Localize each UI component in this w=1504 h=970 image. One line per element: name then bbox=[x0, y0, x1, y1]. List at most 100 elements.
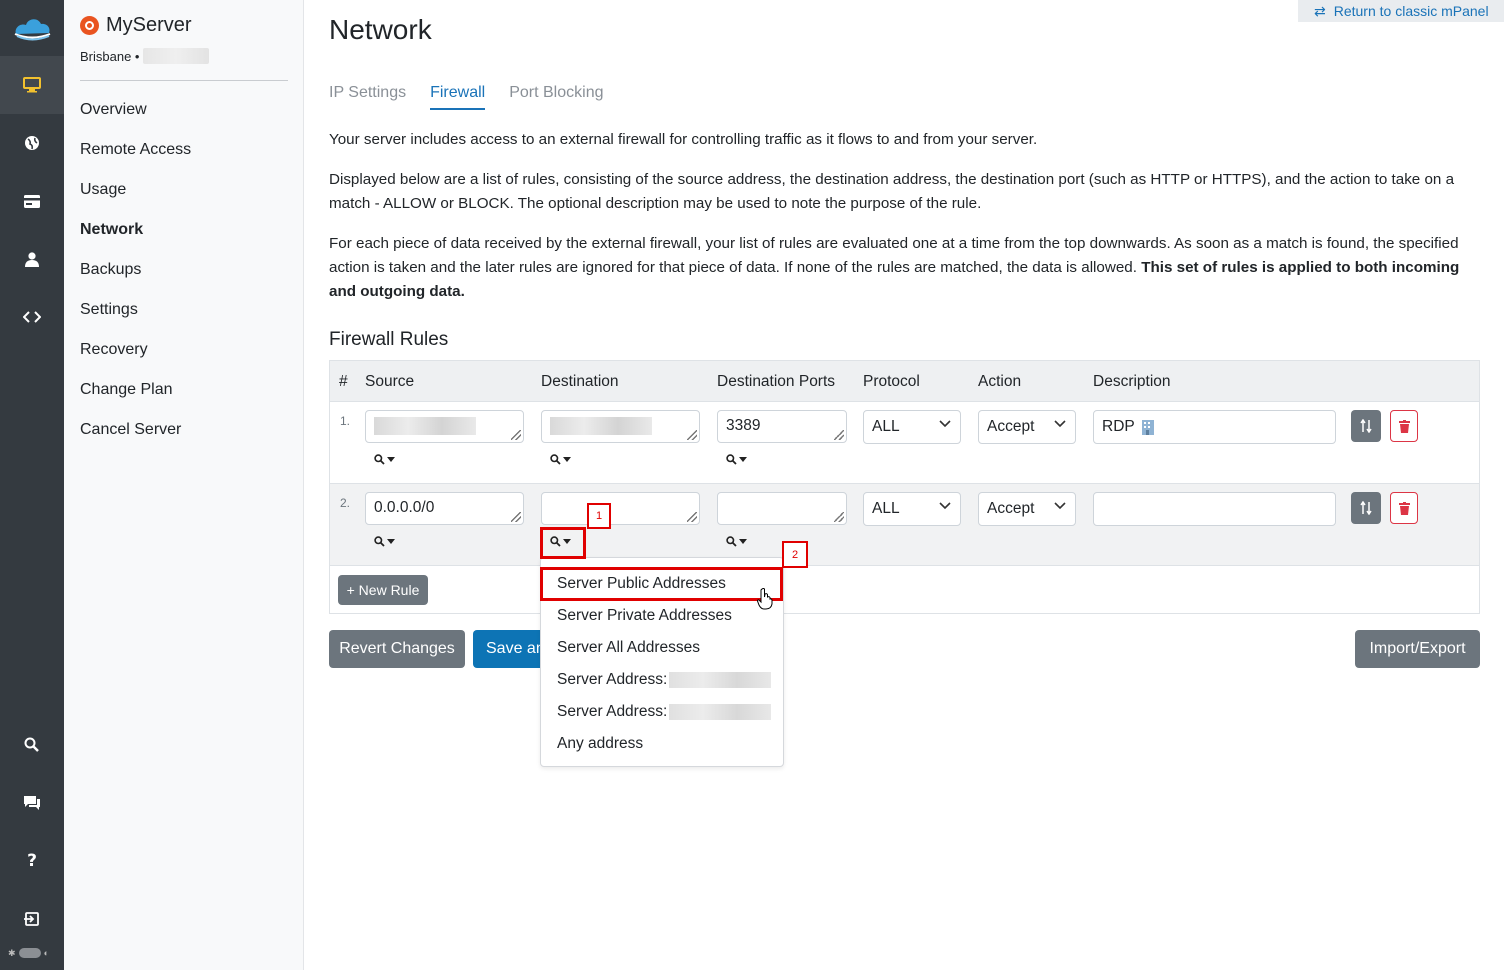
chevron-down-icon bbox=[1054, 502, 1066, 510]
destination-input[interactable] bbox=[541, 410, 700, 443]
menu-item-any-address[interactable]: Any address bbox=[557, 735, 643, 753]
domains-nav-button[interactable] bbox=[0, 114, 64, 172]
description-input[interactable] bbox=[1093, 492, 1336, 526]
sidebar-item-settings[interactable]: Settings bbox=[80, 290, 191, 330]
redacted-address bbox=[669, 672, 772, 688]
server-nav-button[interactable] bbox=[0, 56, 64, 114]
icon-rail: ? ✱ ◐ bbox=[0, 0, 64, 970]
row-number: 1. bbox=[340, 414, 351, 428]
col-header-description: Description bbox=[1093, 373, 1171, 390]
action-select[interactable]: Accept bbox=[978, 410, 1076, 444]
moon-icon: ◐ bbox=[43, 948, 49, 958]
trash-icon bbox=[1398, 419, 1410, 433]
redacted-source bbox=[374, 417, 476, 435]
building-icon bbox=[1141, 420, 1154, 435]
menu-item-server-address-2[interactable]: Server Address: bbox=[557, 703, 772, 721]
chat-icon bbox=[24, 796, 40, 810]
logout-nav-button[interactable] bbox=[0, 890, 64, 948]
code-icon bbox=[23, 311, 41, 323]
sidebar-item-cancel-server[interactable]: Cancel Server bbox=[80, 410, 191, 450]
new-rule-button[interactable]: + New Rule bbox=[338, 575, 428, 605]
firewall-rules-heading: Firewall Rules bbox=[329, 329, 449, 350]
server-sidebar: MyServer Brisbane • Overview Remote Acce… bbox=[64, 0, 304, 970]
theme-toggle[interactable]: ✱ ◐ bbox=[8, 946, 58, 960]
annotation-highlight-step-1 bbox=[540, 527, 586, 559]
menu-item-server-all-addresses[interactable]: Server All Addresses bbox=[557, 639, 700, 657]
action-select[interactable]: Accept bbox=[978, 492, 1076, 526]
source-lookup-button[interactable] bbox=[374, 451, 395, 467]
sidebar-item-usage[interactable]: Usage bbox=[80, 170, 191, 210]
billing-nav-button[interactable] bbox=[0, 172, 64, 230]
swap-arrows-icon: ⇄ bbox=[1314, 2, 1326, 19]
ports-lookup-button[interactable] bbox=[726, 533, 747, 549]
tab-firewall[interactable]: Firewall bbox=[430, 84, 486, 110]
description-value: RDP bbox=[1102, 418, 1135, 435]
table-row: 2. 0.0.0.0/0 ALL Accept bbox=[330, 484, 1479, 566]
ubuntu-icon bbox=[80, 16, 99, 35]
col-header-source: Source bbox=[365, 373, 415, 390]
destination-input[interactable] bbox=[541, 492, 700, 525]
move-rule-button[interactable] bbox=[1351, 492, 1381, 524]
sidebar-item-backups[interactable]: Backups bbox=[80, 250, 191, 290]
move-rule-button[interactable] bbox=[1351, 410, 1381, 442]
tab-port-blocking[interactable]: Port Blocking bbox=[509, 84, 603, 110]
row-number: 2. bbox=[340, 496, 351, 510]
destination-ports-input[interactable] bbox=[717, 492, 847, 525]
source-lookup-button[interactable] bbox=[374, 533, 395, 549]
theme-toggle-switch[interactable] bbox=[18, 948, 41, 958]
col-header-action: Action bbox=[978, 373, 1022, 390]
chat-nav-button[interactable] bbox=[0, 774, 64, 832]
return-classic-link[interactable]: ⇄ Return to classic mPanel bbox=[1298, 0, 1504, 22]
chevron-down-icon bbox=[1054, 420, 1066, 428]
sidebar-item-overview[interactable]: Overview bbox=[80, 90, 191, 130]
col-header-protocol: Protocol bbox=[863, 373, 920, 390]
delete-rule-button[interactable] bbox=[1390, 492, 1418, 524]
delete-rule-button[interactable] bbox=[1390, 410, 1418, 442]
sidebar-item-change-plan[interactable]: Change Plan bbox=[80, 370, 191, 410]
menu-item-server-private-addresses[interactable]: Server Private Addresses bbox=[557, 607, 732, 625]
action-value: Accept bbox=[987, 500, 1035, 517]
sidebar-item-recovery[interactable]: Recovery bbox=[80, 330, 191, 370]
source-input[interactable]: 0.0.0.0/0 bbox=[365, 492, 524, 525]
sidebar-item-network[interactable]: Network bbox=[80, 210, 191, 250]
firewall-evaluation-text: For each piece of data received by the e… bbox=[329, 232, 1474, 304]
caret-down-icon bbox=[563, 456, 571, 462]
hand-cursor-icon bbox=[757, 588, 773, 610]
server-location: Brisbane • bbox=[80, 48, 210, 64]
protocol-value: ALL bbox=[872, 500, 900, 517]
search-icon bbox=[726, 453, 737, 465]
sidebar-nav: Overview Remote Access Usage Network Bac… bbox=[80, 90, 191, 450]
firewall-intro-text: Your server includes access to an extern… bbox=[329, 131, 1038, 148]
annotation-highlight-step-2 bbox=[540, 567, 783, 601]
import-export-button[interactable]: Import/Export bbox=[1355, 630, 1480, 668]
annotation-label-step-1: 1 bbox=[587, 503, 611, 529]
chevron-down-icon bbox=[939, 502, 951, 510]
page-title: Network bbox=[329, 14, 432, 45]
search-nav-button[interactable] bbox=[0, 716, 64, 774]
source-input[interactable] bbox=[365, 410, 524, 443]
col-header-destination-ports: Destination Ports bbox=[717, 373, 836, 390]
description-input[interactable]: RDP bbox=[1093, 410, 1336, 444]
action-value: Accept bbox=[987, 418, 1035, 435]
search-icon bbox=[374, 535, 385, 547]
chevron-down-icon bbox=[939, 420, 951, 428]
caret-down-icon bbox=[387, 456, 395, 462]
redacted-destination bbox=[550, 417, 652, 435]
destination-lookup-button[interactable] bbox=[550, 451, 571, 467]
cloud-logo-icon[interactable] bbox=[12, 14, 52, 42]
help-nav-button[interactable]: ? bbox=[0, 832, 64, 890]
protocol-select[interactable]: ALL bbox=[863, 492, 961, 526]
annotation-label-step-2: 2 bbox=[782, 541, 808, 568]
ports-lookup-button[interactable] bbox=[726, 451, 747, 467]
globe-icon bbox=[25, 136, 39, 150]
tab-ip-settings[interactable]: IP Settings bbox=[329, 84, 406, 110]
sidebar-item-remote-access[interactable]: Remote Access bbox=[80, 130, 191, 170]
api-nav-button[interactable] bbox=[0, 288, 64, 346]
server-name: MyServer bbox=[106, 14, 192, 36]
menu-item-server-address-1[interactable]: Server Address: bbox=[557, 671, 772, 689]
caret-down-icon bbox=[387, 538, 395, 544]
protocol-select[interactable]: ALL bbox=[863, 410, 961, 444]
destination-ports-input[interactable]: 3389 bbox=[717, 410, 847, 443]
account-nav-button[interactable] bbox=[0, 230, 64, 288]
revert-changes-button[interactable]: Revert Changes bbox=[329, 630, 465, 668]
